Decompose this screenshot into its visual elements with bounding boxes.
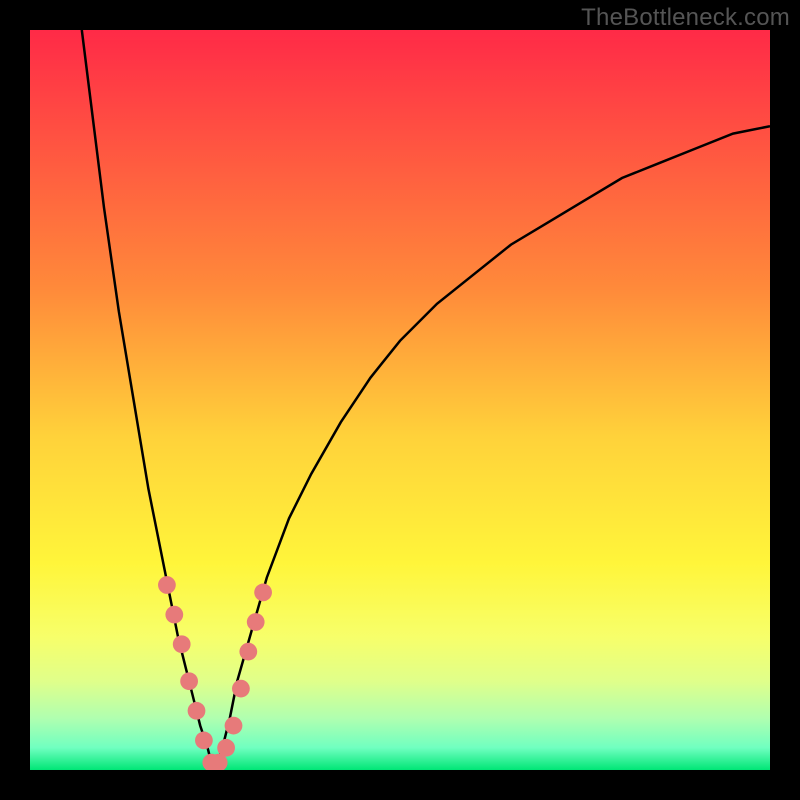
chart-dot: [188, 702, 206, 720]
plot-area: [30, 30, 770, 770]
chart-dot: [232, 680, 250, 698]
watermark-text: TheBottleneck.com: [581, 4, 790, 32]
chart-dot: [217, 739, 235, 757]
chart-dot: [165, 606, 183, 624]
curve-layer: [30, 30, 770, 770]
chart-dots: [158, 576, 272, 770]
chart-dot: [173, 635, 191, 653]
chart-dot: [247, 613, 265, 631]
chart-dot: [180, 672, 198, 690]
chart-dot: [254, 584, 272, 602]
chart-dot: [239, 643, 257, 661]
chart-dot: [195, 732, 213, 750]
bottleneck-curve: [82, 30, 770, 770]
chart-dot: [158, 576, 176, 594]
chart-frame: TheBottleneck.com: [0, 0, 800, 800]
chart-dot: [225, 717, 243, 735]
